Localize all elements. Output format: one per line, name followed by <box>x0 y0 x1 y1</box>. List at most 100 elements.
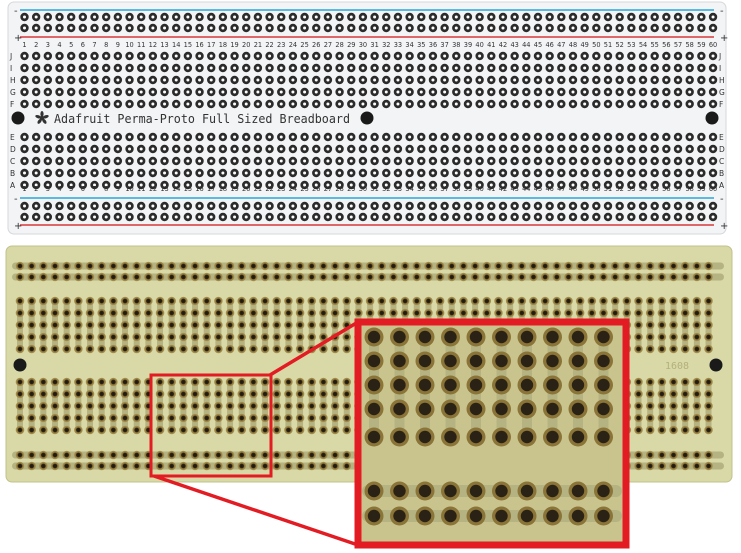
solder-pad <box>459 261 468 271</box>
hole-center <box>524 215 528 219</box>
solder-pad <box>74 320 83 330</box>
column-number-label: 25 <box>300 41 308 49</box>
hole-center <box>548 90 552 94</box>
hole-center <box>81 102 85 106</box>
solder-pad <box>692 413 702 423</box>
row-letter-label: A <box>10 181 16 190</box>
hole-center <box>594 204 598 208</box>
solder-pad <box>494 320 503 330</box>
solder-pad <box>225 320 235 330</box>
solder-pad <box>365 401 375 411</box>
column-number-label: 35 <box>417 185 425 193</box>
solder-pad <box>447 389 457 399</box>
solder-pad <box>424 425 433 435</box>
solder-pad <box>435 272 445 282</box>
solder-pad <box>39 344 48 354</box>
solder-pad <box>634 450 643 460</box>
solder-pad <box>132 344 141 354</box>
solder-pad <box>260 344 270 354</box>
hole-center <box>244 215 248 219</box>
hole-center <box>536 204 540 208</box>
hole-center <box>478 171 482 175</box>
column-number-label: 21 <box>254 185 262 193</box>
hole-center <box>139 171 143 175</box>
hole-center <box>116 215 120 219</box>
solder-pad <box>97 320 106 330</box>
hole-center <box>594 159 598 163</box>
solder-pad <box>214 389 223 399</box>
solder-pad <box>389 377 398 387</box>
hole-center <box>653 102 657 106</box>
hole-center <box>361 135 365 139</box>
hole-center <box>688 215 692 219</box>
hole-center <box>396 66 400 70</box>
solder-pad <box>365 332 375 342</box>
hole-center <box>58 171 62 175</box>
solder-pad <box>704 401 713 411</box>
hole-center <box>571 78 575 82</box>
solder-pad <box>120 320 130 330</box>
solder-pad <box>85 296 95 306</box>
hole-center <box>583 54 587 58</box>
column-number-label: 40 <box>475 41 483 49</box>
hole-center <box>373 78 377 82</box>
hole-center <box>548 66 552 70</box>
solder-pad <box>179 261 188 271</box>
hole-center <box>676 54 680 58</box>
solder-pad <box>97 389 106 399</box>
solder-pad <box>692 308 702 318</box>
solder-pad <box>389 461 398 471</box>
hole-center <box>641 66 645 70</box>
column-number-label: 4 <box>57 41 61 49</box>
solder-pad <box>645 401 655 411</box>
hole-center <box>163 215 167 219</box>
hole-center <box>233 15 237 19</box>
solder-pad <box>85 308 95 318</box>
solder-pad <box>634 261 643 271</box>
solder-pad <box>237 377 247 387</box>
hole-center <box>69 26 73 30</box>
hole-center <box>23 15 26 19</box>
hole-center <box>384 215 388 219</box>
solder-pad <box>622 308 632 318</box>
solder-pad <box>307 272 317 282</box>
hole-center <box>548 78 552 82</box>
hole-center <box>688 66 692 70</box>
hole-center <box>583 78 587 82</box>
hole-center <box>559 171 563 175</box>
solder-pad <box>295 308 305 318</box>
solder-pad <box>155 332 165 342</box>
solder-pad <box>225 461 235 471</box>
zoom-pad-hole <box>444 509 457 523</box>
column-number-label: 20 <box>242 41 250 49</box>
solder-pad <box>97 308 106 318</box>
solder-pad <box>377 461 387 471</box>
solder-pad <box>564 332 573 342</box>
solder-pad <box>167 461 177 471</box>
solder-pad <box>645 425 655 435</box>
solder-pad <box>202 332 212 342</box>
hole-center <box>198 90 202 94</box>
solder-pad <box>400 461 410 471</box>
solder-pad <box>97 272 106 282</box>
hole-center <box>174 15 178 19</box>
solder-pad <box>214 401 223 411</box>
column-number-label: 60 <box>709 41 717 49</box>
solder-pad <box>389 332 398 342</box>
solder-pad <box>400 425 410 435</box>
hole-center <box>559 26 563 30</box>
hole-center <box>559 66 563 70</box>
solder-pad <box>319 308 328 318</box>
hole-center <box>349 102 353 106</box>
solder-pad <box>74 344 83 354</box>
solder-pad <box>575 461 585 471</box>
solder-pad <box>272 320 282 330</box>
hole-center <box>291 54 295 58</box>
hole-center <box>338 159 342 163</box>
solder-pad <box>680 320 690 330</box>
solder-pad <box>657 272 667 282</box>
solder-pad <box>319 461 328 471</box>
row-letter-label: C <box>10 157 15 166</box>
hole-center <box>244 135 248 139</box>
hole-center <box>58 147 62 151</box>
